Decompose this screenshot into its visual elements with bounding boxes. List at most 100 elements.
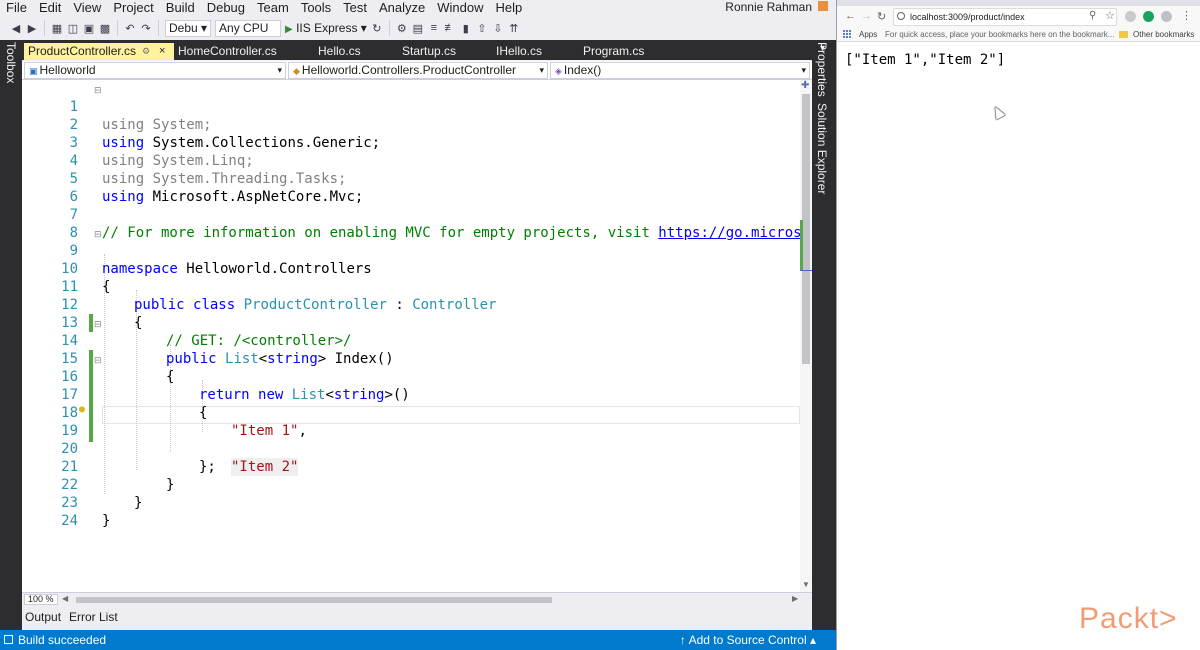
code-line-6: 6 xyxy=(22,170,800,205)
vertical-scrollbar[interactable]: ✚ ▼ xyxy=(800,80,812,592)
back-icon[interactable]: ← xyxy=(845,10,856,22)
zoom-icon[interactable]: ⚲ xyxy=(1089,10,1096,21)
menu-file[interactable]: File xyxy=(0,0,33,16)
code-line-9: 9 namespace Helloworld.Controllers xyxy=(22,224,800,277)
menu-view[interactable]: View xyxy=(67,0,107,16)
status-bar: Build succeeded ↑ Add to Source Control … xyxy=(0,630,836,650)
back-navigate-icon[interactable]: ◀ xyxy=(10,22,22,35)
member-dropdown[interactable]: ◈ Index() ▾ xyxy=(550,62,810,79)
horizontal-scrollbar-thumb[interactable] xyxy=(76,597,552,603)
uncomment-icon[interactable]: ≢ xyxy=(444,22,456,34)
tab-output[interactable]: Output xyxy=(25,610,61,624)
code-line-17: 17 { xyxy=(22,368,800,421)
extension-icon[interactable] xyxy=(1125,11,1136,22)
site-info-icon[interactable] xyxy=(897,12,905,20)
apps-link[interactable]: Apps xyxy=(859,30,877,39)
tab-startup[interactable]: Startup.cs xyxy=(402,43,456,60)
close-icon[interactable]: × xyxy=(159,43,165,60)
bookmark-star-icon[interactable]: ☆ xyxy=(1105,9,1115,22)
navigation-bar: ▣ Helloworld ▾ ◆ Helloworld.Controllers.Pr… xyxy=(22,61,812,80)
forward-icon[interactable]: → xyxy=(861,10,872,22)
comment-icon[interactable]: ≡ xyxy=(428,22,440,34)
class-icon: ◆ xyxy=(293,66,300,76)
class-dropdown[interactable]: ◆ Helloworld.Controllers.ProductControlle… xyxy=(288,62,548,79)
forward-navigate-icon[interactable]: ▶ xyxy=(26,22,38,35)
csharp-project-icon: ▣ xyxy=(29,66,38,76)
tab-label: ProductController.cs xyxy=(28,44,137,58)
menu-window[interactable]: Window xyxy=(431,0,489,16)
menu-edit[interactable]: Edit xyxy=(33,0,67,16)
browser-link-icon[interactable]: ⚙ xyxy=(396,22,408,35)
apps-icon[interactable] xyxy=(843,30,851,38)
reload-icon[interactable]: ↻ xyxy=(877,10,886,23)
tab-overflow-icon[interactable]: ▾ xyxy=(820,43,825,54)
menu-help[interactable]: Help xyxy=(490,0,529,16)
solution-platform-dropdown[interactable]: Any CPU xyxy=(215,19,282,37)
menu-analyze[interactable]: Analyze xyxy=(373,0,431,16)
chevron-down-icon: ▾ xyxy=(277,65,282,75)
code-line-10: 10 { xyxy=(22,242,800,295)
new-project-icon[interactable]: ▦ xyxy=(51,22,63,35)
save-all-icon[interactable]: ▩ xyxy=(99,22,111,35)
tab-ihello[interactable]: IHello.cs xyxy=(496,43,542,60)
code-line-4: 4 using System.Threading.Tasks; xyxy=(22,134,800,187)
signed-in-user[interactable]: Ronnie Rahman xyxy=(725,0,812,14)
document-tab-bar: ProductController.cs ⚙ × HomeController.… xyxy=(22,40,825,60)
split-editor-icon[interactable]: ✚ xyxy=(801,80,809,91)
menu-team[interactable]: Team xyxy=(251,0,295,16)
tab-homecontroller[interactable]: HomeController.cs xyxy=(178,43,277,60)
caret-marker xyxy=(800,270,812,271)
refresh-icon[interactable]: ↻ xyxy=(371,22,383,35)
menu-icon[interactable]: ⋮ xyxy=(1181,9,1192,22)
tab-program[interactable]: Program.cs xyxy=(583,43,644,60)
tab-hello[interactable]: Hello.cs xyxy=(318,43,361,60)
toolbox-strip xyxy=(0,40,22,630)
zoom-level-dropdown[interactable]: 100 % xyxy=(24,594,58,605)
undo-icon[interactable]: ↶ xyxy=(124,22,136,35)
code-line-15: 15 { xyxy=(22,332,800,385)
code-line-19: 19 ● "Item 2" xyxy=(22,401,800,476)
solution-configuration-dropdown[interactable]: Debu ▾ xyxy=(165,19,212,37)
code-line-14: 14 public List<string> Index() xyxy=(22,314,800,367)
next-bookmark-icon[interactable]: ⇩ xyxy=(492,22,504,35)
json-response-text: ["Item 1","Item 2"] xyxy=(845,52,1006,68)
code-line-16: 16 return new List<string>() xyxy=(22,350,800,403)
scroll-left-icon[interactable]: ◀ xyxy=(62,594,68,603)
feedback-icon[interactable] xyxy=(818,1,828,11)
prev-bookmark-icon[interactable]: ⇧ xyxy=(476,22,488,35)
extension-icon[interactable] xyxy=(1161,11,1172,22)
menu-bar: File Edit View Project Build Debug Team … xyxy=(0,0,836,16)
other-bookmarks-link[interactable]: Other bookmarks xyxy=(1133,30,1194,39)
tab-productcontroller[interactable]: ProductController.cs ⚙ × xyxy=(24,43,174,60)
menu-build[interactable]: Build xyxy=(160,0,201,16)
add-to-source-control-button[interactable]: ↑ Add to Source Control ▴ xyxy=(680,633,816,647)
solution-explorer-tab[interactable]: Solution Explorer xyxy=(815,103,829,194)
pin-icon[interactable]: ⚙ xyxy=(142,43,150,60)
address-bar[interactable]: localhost:3009/product/index xyxy=(893,8,1117,26)
play-icon: ▶ xyxy=(285,24,293,35)
menu-test[interactable]: Test xyxy=(337,0,373,16)
lightbulb-icon[interactable]: ● xyxy=(79,401,85,419)
redo-icon[interactable]: ↷ xyxy=(140,22,152,35)
member-name: Index() xyxy=(563,63,602,77)
start-debugging-button[interactable]: ▶ IIS Express ▾ xyxy=(285,21,367,35)
toolbox-tab[interactable]: Toolbox xyxy=(4,42,18,83)
open-file-icon[interactable]: ◫ xyxy=(67,22,79,35)
menu-tools[interactable]: Tools xyxy=(295,0,337,16)
scrollbar-thumb[interactable] xyxy=(802,94,810,364)
tab-error-list[interactable]: Error List xyxy=(69,610,118,624)
adblock-icon[interactable] xyxy=(1143,11,1154,22)
save-icon[interactable]: ▣ xyxy=(83,22,95,35)
line-number: 24 xyxy=(61,513,78,529)
scroll-right-icon[interactable]: ▶ xyxy=(792,594,798,603)
project-dropdown[interactable]: ▣ Helloworld ▾ xyxy=(24,62,286,79)
code-editor[interactable]: ⊟ ⊟ ⊟ ⊟ 1 using System; 2 using System.C… xyxy=(22,80,800,592)
standard-toolbar: ◀ ▶ ▦ ◫ ▣ ▩ ↶ ↷ Debu ▾ Any CPU ▶ IIS Exp… xyxy=(0,17,836,39)
clear-bookmarks-icon[interactable]: ⇈ xyxy=(508,22,520,35)
menu-project[interactable]: Project xyxy=(107,0,159,16)
find-icon[interactable]: ▤ xyxy=(412,22,424,35)
bookmark-icon[interactable]: ▮ xyxy=(460,22,472,35)
scroll-down-icon[interactable]: ▼ xyxy=(802,580,810,589)
code-text: } xyxy=(102,513,111,529)
menu-debug[interactable]: Debug xyxy=(201,0,251,16)
